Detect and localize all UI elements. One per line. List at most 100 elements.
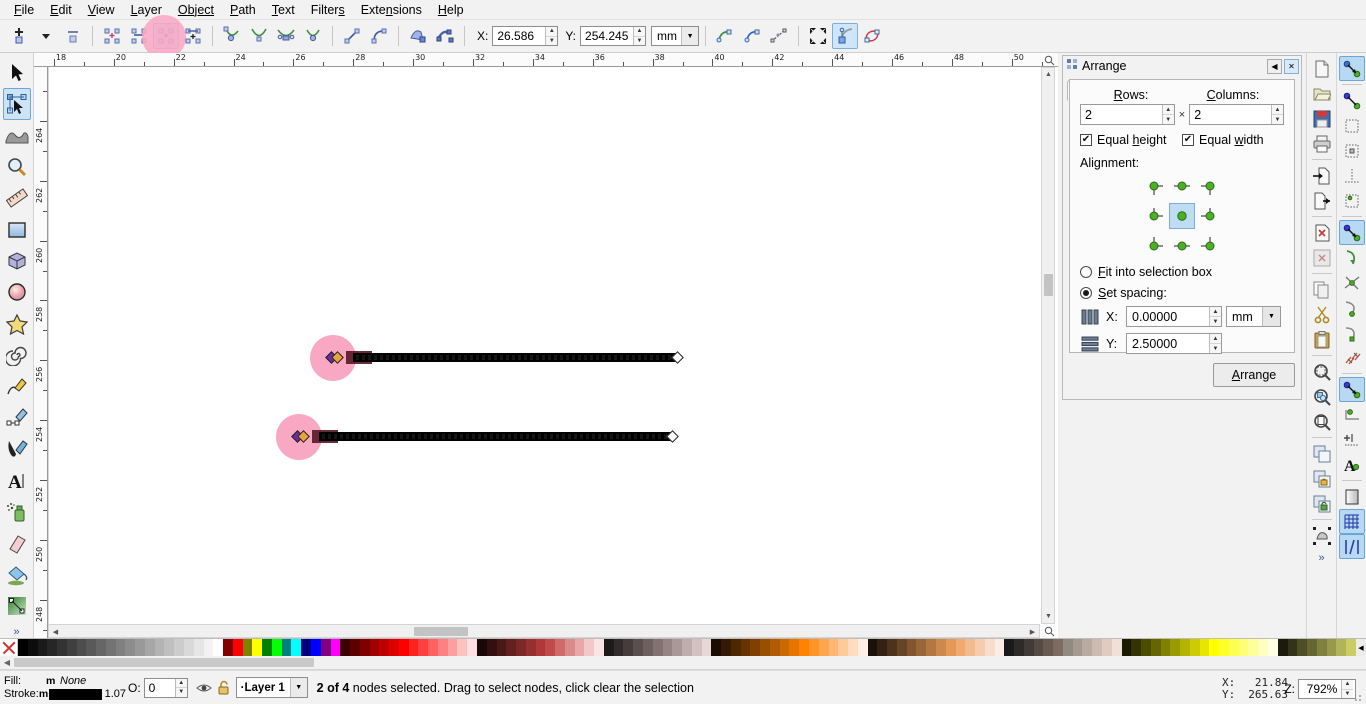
- palette-swatch[interactable]: [838, 639, 849, 657]
- redo-icon[interactable]: [1309, 245, 1335, 270]
- show-outline-icon[interactable]: [859, 23, 885, 49]
- xml-editor-icon[interactable]: [1309, 523, 1335, 548]
- ungroup-icon[interactable]: [1309, 491, 1335, 516]
- menu-file[interactable]: File: [6, 1, 42, 19]
- palette-swatch[interactable]: [369, 639, 380, 657]
- spiral-tool[interactable]: [3, 340, 31, 371]
- menu-edit[interactable]: Edit: [42, 1, 80, 19]
- canvas[interactable]: [48, 67, 1058, 638]
- eye-icon[interactable]: [194, 678, 214, 698]
- palette-swatch[interactable]: [1238, 639, 1249, 657]
- palette-swatch[interactable]: [174, 639, 185, 657]
- palette-swatch[interactable]: [769, 639, 780, 657]
- show-clip-path-icon[interactable]: [712, 23, 738, 49]
- palette-swatch[interactable]: [291, 639, 302, 657]
- palette-swatch[interactable]: [945, 639, 956, 657]
- palette-swatch[interactable]: [672, 639, 683, 657]
- snap-bbox-corner-icon[interactable]: [1339, 138, 1365, 163]
- palette-swatch[interactable]: [1209, 639, 1220, 657]
- palette-swatch[interactable]: [1004, 639, 1015, 657]
- palette-swatch[interactable]: [1219, 639, 1229, 657]
- snap-text-baseline-icon[interactable]: A: [1339, 452, 1365, 477]
- columns-field[interactable]: ▲▼: [1189, 104, 1284, 125]
- palette-swatch[interactable]: [1248, 639, 1259, 657]
- show-mask-path-icon[interactable]: [739, 23, 765, 49]
- new-document-icon[interactable]: [1309, 56, 1335, 81]
- palette-swatch[interactable]: [506, 639, 517, 657]
- radio-mark[interactable]: [1080, 266, 1092, 278]
- radio-mark[interactable]: [1080, 287, 1092, 299]
- menu-filters[interactable]: Filters: [303, 1, 353, 19]
- chevron-down-icon[interactable]: ▼: [1262, 307, 1280, 326]
- arrange-button[interactable]: Arrange: [1213, 363, 1295, 387]
- palette-swatch[interactable]: [1111, 639, 1122, 657]
- palette-swatch[interactable]: [18, 639, 28, 657]
- palette-none-swatch[interactable]: [0, 639, 18, 657]
- palette-swatch[interactable]: [633, 639, 643, 657]
- bezier-tool[interactable]: [3, 402, 31, 433]
- node-y-field[interactable]: ▲▼: [580, 26, 647, 46]
- snap-object-center-icon[interactable]: [1339, 402, 1365, 427]
- snap-bbox-edge-icon[interactable]: [1339, 113, 1365, 138]
- palette-swatch[interactable]: [867, 639, 878, 657]
- palette-swatch[interactable]: [1033, 639, 1044, 657]
- align-bottom-left[interactable]: [1143, 231, 1169, 257]
- palette-swatch[interactable]: [613, 639, 624, 657]
- palette-swatch[interactable]: [877, 639, 888, 657]
- opacity-stepper[interactable]: ▲ ▼: [174, 678, 187, 697]
- palette-swatch[interactable]: [144, 639, 155, 657]
- palette-swatch[interactable]: [115, 639, 126, 657]
- menu-text[interactable]: Text: [264, 1, 303, 19]
- palette-swatch[interactable]: [1316, 639, 1327, 657]
- equal-height-checkbox[interactable]: ✔ Equal height: [1080, 133, 1182, 147]
- palette-swatch[interactable]: [574, 639, 585, 657]
- palette-swatch[interactable]: [66, 639, 77, 657]
- palette-swatch[interactable]: [555, 639, 565, 657]
- zoom-selection-icon[interactable]: [1309, 359, 1335, 384]
- undo-icon[interactable]: [1309, 220, 1335, 245]
- close-icon[interactable]: ✕: [1284, 58, 1299, 74]
- rectangle-tool[interactable]: [3, 214, 31, 245]
- open-document-icon[interactable]: [1309, 81, 1335, 106]
- snap-rotation-center-icon[interactable]: [1339, 427, 1365, 452]
- scroll-down-icon[interactable]: ▼: [1042, 610, 1055, 623]
- node-x-field[interactable]: ▲▼: [492, 26, 559, 46]
- palette-swatch[interactable]: [1082, 639, 1093, 657]
- spacing-y-field[interactable]: ▲▼: [1126, 333, 1222, 354]
- duplicate-icon[interactable]: [1309, 441, 1335, 466]
- menu-extensions[interactable]: Extensions: [353, 1, 430, 19]
- palette-swatch[interactable]: [1131, 639, 1142, 657]
- palette-swatch[interactable]: [906, 639, 917, 657]
- show-transform-handles-icon[interactable]: [805, 23, 831, 49]
- node-symmetric-2-icon[interactable]: [273, 23, 299, 49]
- join-nodes-icon[interactable]: [126, 23, 152, 49]
- palette-swatch[interactable]: [1043, 639, 1054, 657]
- menu-layer[interactable]: Layer: [123, 1, 170, 19]
- zoom-drawing-icon[interactable]: [1309, 384, 1335, 409]
- canvas-zoom-corner2-icon[interactable]: [1040, 624, 1058, 638]
- palette-swatch[interactable]: [809, 639, 819, 657]
- selector-tool[interactable]: [3, 57, 31, 88]
- palette-swatch[interactable]: [1189, 639, 1200, 657]
- palette-swatch[interactable]: [1180, 639, 1190, 657]
- palette-swatch[interactable]: [545, 639, 556, 657]
- palette-swatch[interactable]: [760, 639, 770, 657]
- horizontal-scrollbar[interactable]: ◀ ▶: [48, 624, 1040, 638]
- snap-midline-icon[interactable]: [1339, 345, 1365, 370]
- snap-smooth-node-icon[interactable]: [1339, 320, 1365, 345]
- insert-node-icon[interactable]: [6, 23, 32, 49]
- menu-help[interactable]: Help: [430, 1, 472, 19]
- spacing-y-stepper[interactable]: ▲ ▼: [1209, 334, 1221, 353]
- palette-swatch[interactable]: [887, 639, 897, 657]
- palette-swatch[interactable]: [896, 639, 907, 657]
- palette-swatch[interactable]: [223, 639, 233, 657]
- palette-swatch[interactable]: [935, 639, 946, 657]
- palette-scroll-thumb[interactable]: [14, 658, 314, 667]
- palette-swatch[interactable]: [1228, 639, 1239, 657]
- palette-swatch[interactable]: [213, 639, 224, 657]
- palette-swatch[interactable]: [916, 639, 927, 657]
- align-top-center[interactable]: [1169, 175, 1195, 201]
- horizontal-ruler[interactable]: 18 20 22 24 26 28 30 32 34 36 38 40 42 44 46 48 50: [34, 53, 1058, 67]
- palette-swatch[interactable]: [799, 639, 810, 657]
- zoom-stepper[interactable]: ▲ ▼: [1341, 680, 1353, 698]
